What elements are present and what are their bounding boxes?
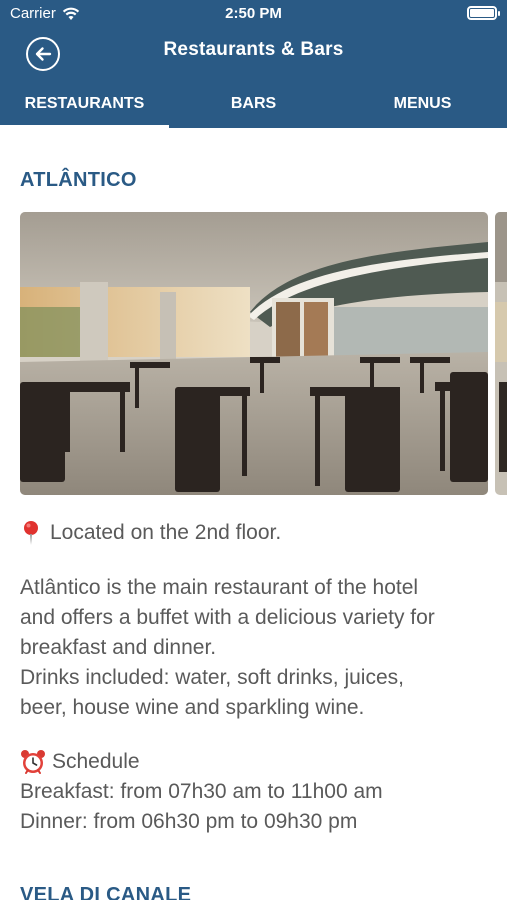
battery-icon <box>467 6 500 20</box>
page-title: Restaurants & Bars <box>163 39 344 60</box>
location-info: Located on the 2nd floor. <box>20 518 490 548</box>
restaurant-photo[interactable] <box>20 212 488 495</box>
description-line: beer, house wine and sparkling wine. <box>20 696 365 719</box>
restaurant-description: Atlântico is the main restaurant of the … <box>20 573 490 723</box>
tab-restaurants[interactable]: RESTAURANTS <box>0 88 169 128</box>
schedule-heading-text: Schedule <box>52 750 140 773</box>
restaurant-title: ATLÂNTICO <box>20 169 137 191</box>
status-time: 2:50 PM <box>225 5 282 22</box>
next-photo-preview[interactable] <box>495 212 507 495</box>
location-text: Located on the 2nd floor. <box>50 521 282 544</box>
description-line: breakfast and dinner. <box>20 636 217 659</box>
tab-menus[interactable]: MENUS <box>338 88 507 128</box>
description-line: Drinks included: water, soft drinks, jui… <box>20 666 404 689</box>
navigation-bar: Restaurants & Bars <box>0 28 507 76</box>
pin-icon <box>24 521 38 545</box>
description-line: and offers a buffet with a delicious var… <box>20 606 435 629</box>
top-app-bar: Carrier 2:50 PM Restaurants & Bars RESTA… <box>0 0 507 128</box>
status-bar: Carrier 2:50 PM <box>0 0 507 28</box>
tab-bar: RESTAURANTS BARS MENUS <box>0 88 507 128</box>
schedule-dinner: Dinner: from 06h30 pm to 09h30 pm <box>20 810 358 833</box>
restaurant-interior-image <box>20 212 488 495</box>
schedule-breakfast: Breakfast: from 07h30 am to 11h00 am <box>20 780 383 803</box>
next-restaurant-title: VELA DI CANALE <box>20 884 192 900</box>
schedule-block: Schedule Breakfast: from 07h30 am to 11h… <box>20 747 490 837</box>
schedule-heading: Schedule <box>20 747 490 777</box>
alarm-clock-icon <box>21 750 45 774</box>
description-line: Atlântico is the main restaurant of the … <box>20 576 419 599</box>
tab-bars[interactable]: BARS <box>169 88 338 128</box>
next-photo-image <box>495 212 507 495</box>
